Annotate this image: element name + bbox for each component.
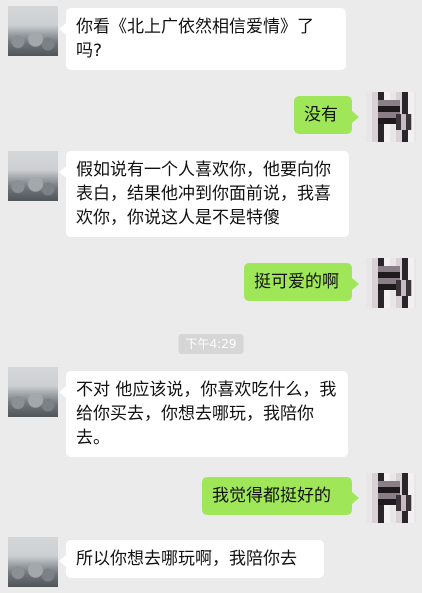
self-avatar[interactable] bbox=[366, 473, 416, 523]
incoming-message-bubble[interactable]: 假如说有一个人喜欢你，他要向你表白，结果他冲到你面前说，我喜欢你，你说这人是不是… bbox=[59, 151, 349, 237]
self-avatar[interactable] bbox=[366, 258, 416, 308]
incoming-message-bubble[interactable]: 不对 他应该说，你喜欢吃什么，我给你买去，你想去哪玩，我陪你去。 bbox=[59, 371, 348, 457]
contact-avatar[interactable] bbox=[8, 6, 58, 56]
outgoing-message-bubble[interactable]: 挺可爱的啊 bbox=[244, 263, 359, 301]
self-avatar[interactable] bbox=[366, 92, 416, 142]
contact-avatar[interactable] bbox=[8, 367, 58, 417]
incoming-message-bubble[interactable]: 所以你想去哪玩啊，我陪你去 bbox=[59, 540, 324, 578]
contact-avatar[interactable] bbox=[8, 151, 58, 201]
incoming-message-bubble[interactable]: 你看《北上广依然相信爱情》了吗? bbox=[59, 8, 346, 70]
message-timestamp: 下午4:29 bbox=[178, 334, 244, 354]
outgoing-message-bubble[interactable]: 我觉得都挺好的 bbox=[202, 477, 359, 515]
outgoing-message-bubble[interactable]: 没有 bbox=[294, 96, 359, 134]
contact-avatar[interactable] bbox=[8, 537, 58, 587]
